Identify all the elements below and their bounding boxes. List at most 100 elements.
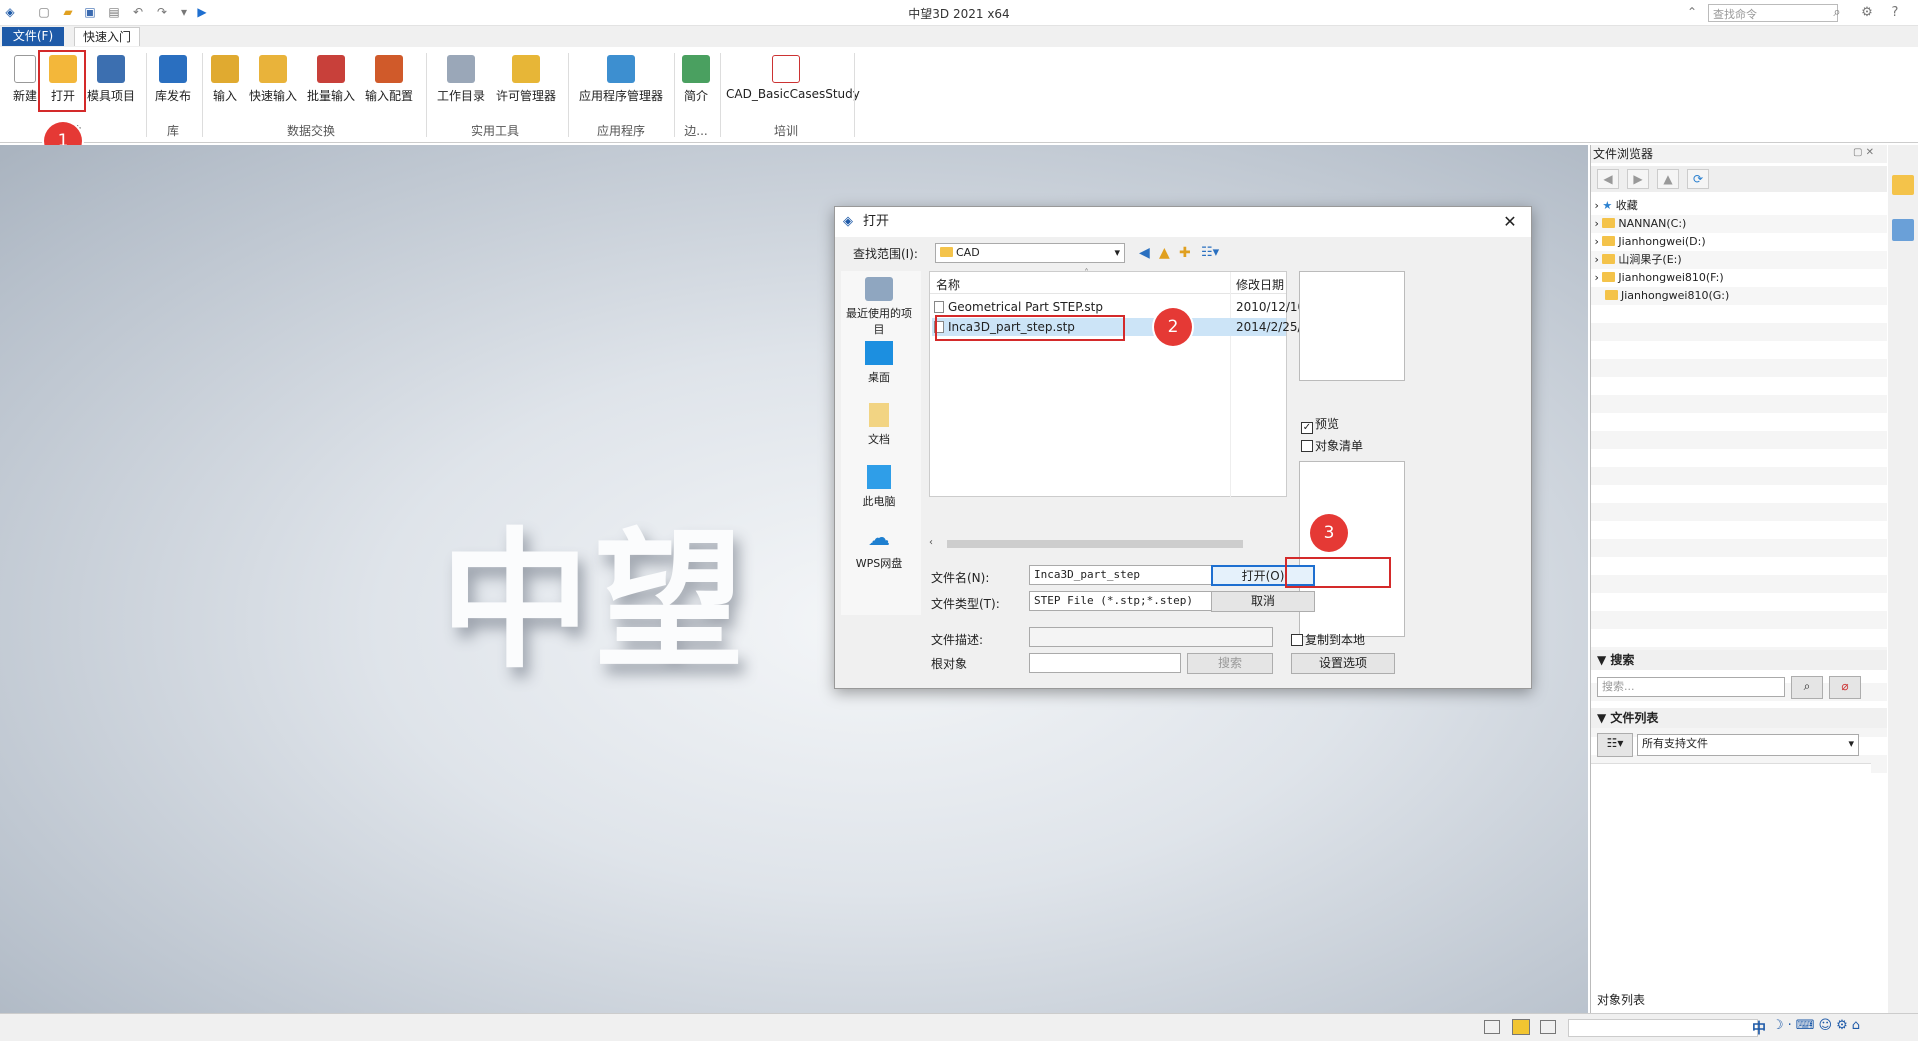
documents-icon (869, 403, 889, 427)
view-mode-icon[interactable]: ☷▾ (1597, 733, 1633, 757)
group-separator (146, 53, 147, 137)
file-list-header (930, 272, 1286, 294)
command-search-input[interactable]: 查找命令 (1708, 4, 1838, 22)
side-toolbar (1888, 145, 1918, 1013)
highlight-selected-file (935, 315, 1125, 341)
work-directory-button[interactable]: 工作目录 (432, 53, 490, 113)
up-icon[interactable]: ▲ (1657, 169, 1679, 189)
group-separator (720, 53, 721, 137)
place-recent[interactable]: 最近使用的项目 (841, 277, 917, 337)
search-section-header[interactable]: ▼ 搜索 (1591, 650, 1887, 670)
title-bar: ◈ ▢ ▰ ▣ ▤ ↶ ↷ ▾ ▶ 中望3D 2021 x64 ⌃ 查找命令 ⌕… (0, 0, 1918, 26)
preview-checkbox[interactable]: ✓ 预览 (1301, 415, 1339, 434)
scroll-thumb[interactable] (947, 540, 1243, 548)
file-description-label: 文件描述: (931, 633, 984, 647)
cad-basic-cases-button[interactable]: CAD_BasicCasesStudy (726, 53, 860, 113)
folder-icon (1602, 254, 1616, 264)
training-doc-icon (772, 55, 800, 83)
chevron-down-icon: ▾ (1848, 737, 1854, 750)
object-list-checkbox[interactable]: 对象清单 (1301, 437, 1363, 454)
look-in-select[interactable]: CAD ▾ (935, 243, 1125, 263)
tab-file[interactable]: 文件(F) (2, 27, 64, 46)
panel-toggle-icon[interactable] (1540, 1020, 1556, 1034)
palette-panel-icon[interactable] (1892, 219, 1914, 241)
file-list-view[interactable]: ˄ 名称 修改日期 Geometrical Part STEP.stp 2010… (929, 268, 1360, 498)
sort-ascending-icon: ˄ (1084, 268, 1089, 279)
forward-icon[interactable]: ▶ (1627, 169, 1649, 189)
tree-item-drive-e[interactable]: › 山涧果子(E:) (1591, 251, 1887, 269)
license-manager-button[interactable]: 许可管理器 (494, 53, 558, 113)
tree-item-drive-d[interactable]: › Jianhongwei(D:) (1591, 233, 1887, 251)
window-title: 中望3D 2021 x64 (908, 7, 1010, 21)
close-icon[interactable]: ✕ (1499, 212, 1521, 232)
quick-import-button[interactable]: 快速输入 (246, 53, 300, 113)
ime-toolbar-icons[interactable]: ☽·⌨☺⚙⌂ (1772, 1018, 1864, 1033)
view-menu-icon[interactable]: ☷▾ (1201, 245, 1219, 260)
file-type-label: 文件类型(T): (931, 597, 1000, 611)
copy-local-checkbox[interactable]: 复制到本地 (1291, 631, 1365, 648)
collapse-ribbon-icon[interactable]: ⌃ (1684, 4, 1700, 20)
scroll-left-icon[interactable]: ‹ (929, 537, 933, 548)
intro-button[interactable]: 简介 (678, 53, 714, 113)
place-desktop[interactable]: 桌面 (841, 341, 917, 385)
batch-import-button[interactable]: 批量输入 (304, 53, 358, 113)
file-name-input[interactable]: Inca3D_part_step▾ (1029, 565, 1229, 585)
dialog-title: 打开 (835, 207, 1531, 237)
place-wps-cloud[interactable]: ☁ WPS网盘 (841, 527, 917, 571)
new-folder-icon[interactable]: ✚ (1179, 245, 1191, 261)
app-manager-button[interactable]: 应用程序管理器 (574, 53, 668, 113)
place-documents[interactable]: 文档 (841, 403, 917, 447)
recent-items-icon (865, 277, 893, 301)
file-row[interactable]: Geometrical Part STEP.stp (934, 298, 1284, 316)
file-search-input[interactable]: 搜索... (1597, 677, 1785, 697)
cancel-button[interactable]: 取消 (1211, 591, 1315, 612)
file-list-section-header[interactable]: ▼ 文件列表 (1591, 708, 1887, 728)
folder-panel-icon[interactable] (1892, 175, 1914, 195)
tree-item-drive-g[interactable]: Jianhongwei810(G:) (1591, 287, 1887, 305)
tab-quick-start[interactable]: 快速入门 (74, 27, 140, 46)
group-label-data-exchange: 数据交换 (286, 124, 335, 138)
look-in-label: 查找范围(I): (853, 247, 918, 261)
search-icon[interactable]: ⌕ (1791, 676, 1823, 699)
tree-item-drive-c[interactable]: › NANNAN(C:) (1591, 215, 1887, 233)
search-icon[interactable]: ⌕ (1828, 4, 1846, 22)
tree-item-drive-f[interactable]: › Jianhongwei810(F:) (1591, 269, 1887, 287)
group-label-library: 库 (166, 124, 179, 138)
import-config-button[interactable]: 输入配置 (362, 53, 416, 113)
folder-icon (1605, 290, 1618, 300)
up-folder-icon[interactable]: ▲ (1159, 245, 1170, 261)
work-directory-icon (447, 55, 475, 83)
library-publish-icon (159, 55, 187, 83)
settings-button[interactable]: 设置选项 (1291, 653, 1395, 674)
help-icon[interactable]: ? (1886, 4, 1904, 22)
place-this-pc[interactable]: 此电脑 (841, 465, 917, 509)
batch-import-icon (317, 55, 345, 83)
column-modified-date[interactable]: 修改日期 (1236, 276, 1284, 293)
group-separator (202, 53, 203, 137)
group-separator (426, 53, 427, 137)
clear-search-icon[interactable]: ⌀ (1829, 676, 1861, 699)
group-label-utilities: 实用工具 (470, 124, 519, 138)
step-badge-2: 2 (1154, 308, 1192, 346)
file-type-filter[interactable]: 所有支持文件 ▾ (1637, 734, 1859, 756)
refresh-icon[interactable]: ⟳ (1687, 169, 1709, 189)
command-line-input[interactable] (1568, 1019, 1758, 1037)
minimize-icon[interactable] (1854, 0, 1872, 16)
library-publish-button[interactable]: 库发布 (150, 53, 196, 113)
back-icon[interactable]: ◀ (1139, 245, 1150, 261)
search-button[interactable]: 搜索 (1187, 653, 1273, 674)
tree-item-favorites[interactable]: › ★ 收藏 (1591, 197, 1887, 215)
import-button[interactable]: 输入 (206, 53, 244, 113)
back-icon[interactable]: ◀ (1597, 169, 1619, 189)
panel-pin-icon[interactable]: ▢ ✕ (1853, 147, 1874, 158)
layout-icon[interactable] (1484, 1020, 1500, 1034)
root-object-input[interactable] (1029, 653, 1181, 673)
root-object-label: 根对象 (931, 657, 968, 671)
file-type-select[interactable]: STEP File (*.stp;*.step)▾ (1029, 591, 1229, 611)
import-config-icon (375, 55, 403, 83)
display-icon[interactable] (1512, 1019, 1530, 1035)
column-name[interactable]: 名称 (936, 276, 960, 293)
ime-indicator[interactable]: 中 (1752, 1018, 1766, 1038)
mold-project-button[interactable]: 模具项目 (84, 53, 138, 113)
file-name-label: 文件名(N): (931, 571, 990, 585)
